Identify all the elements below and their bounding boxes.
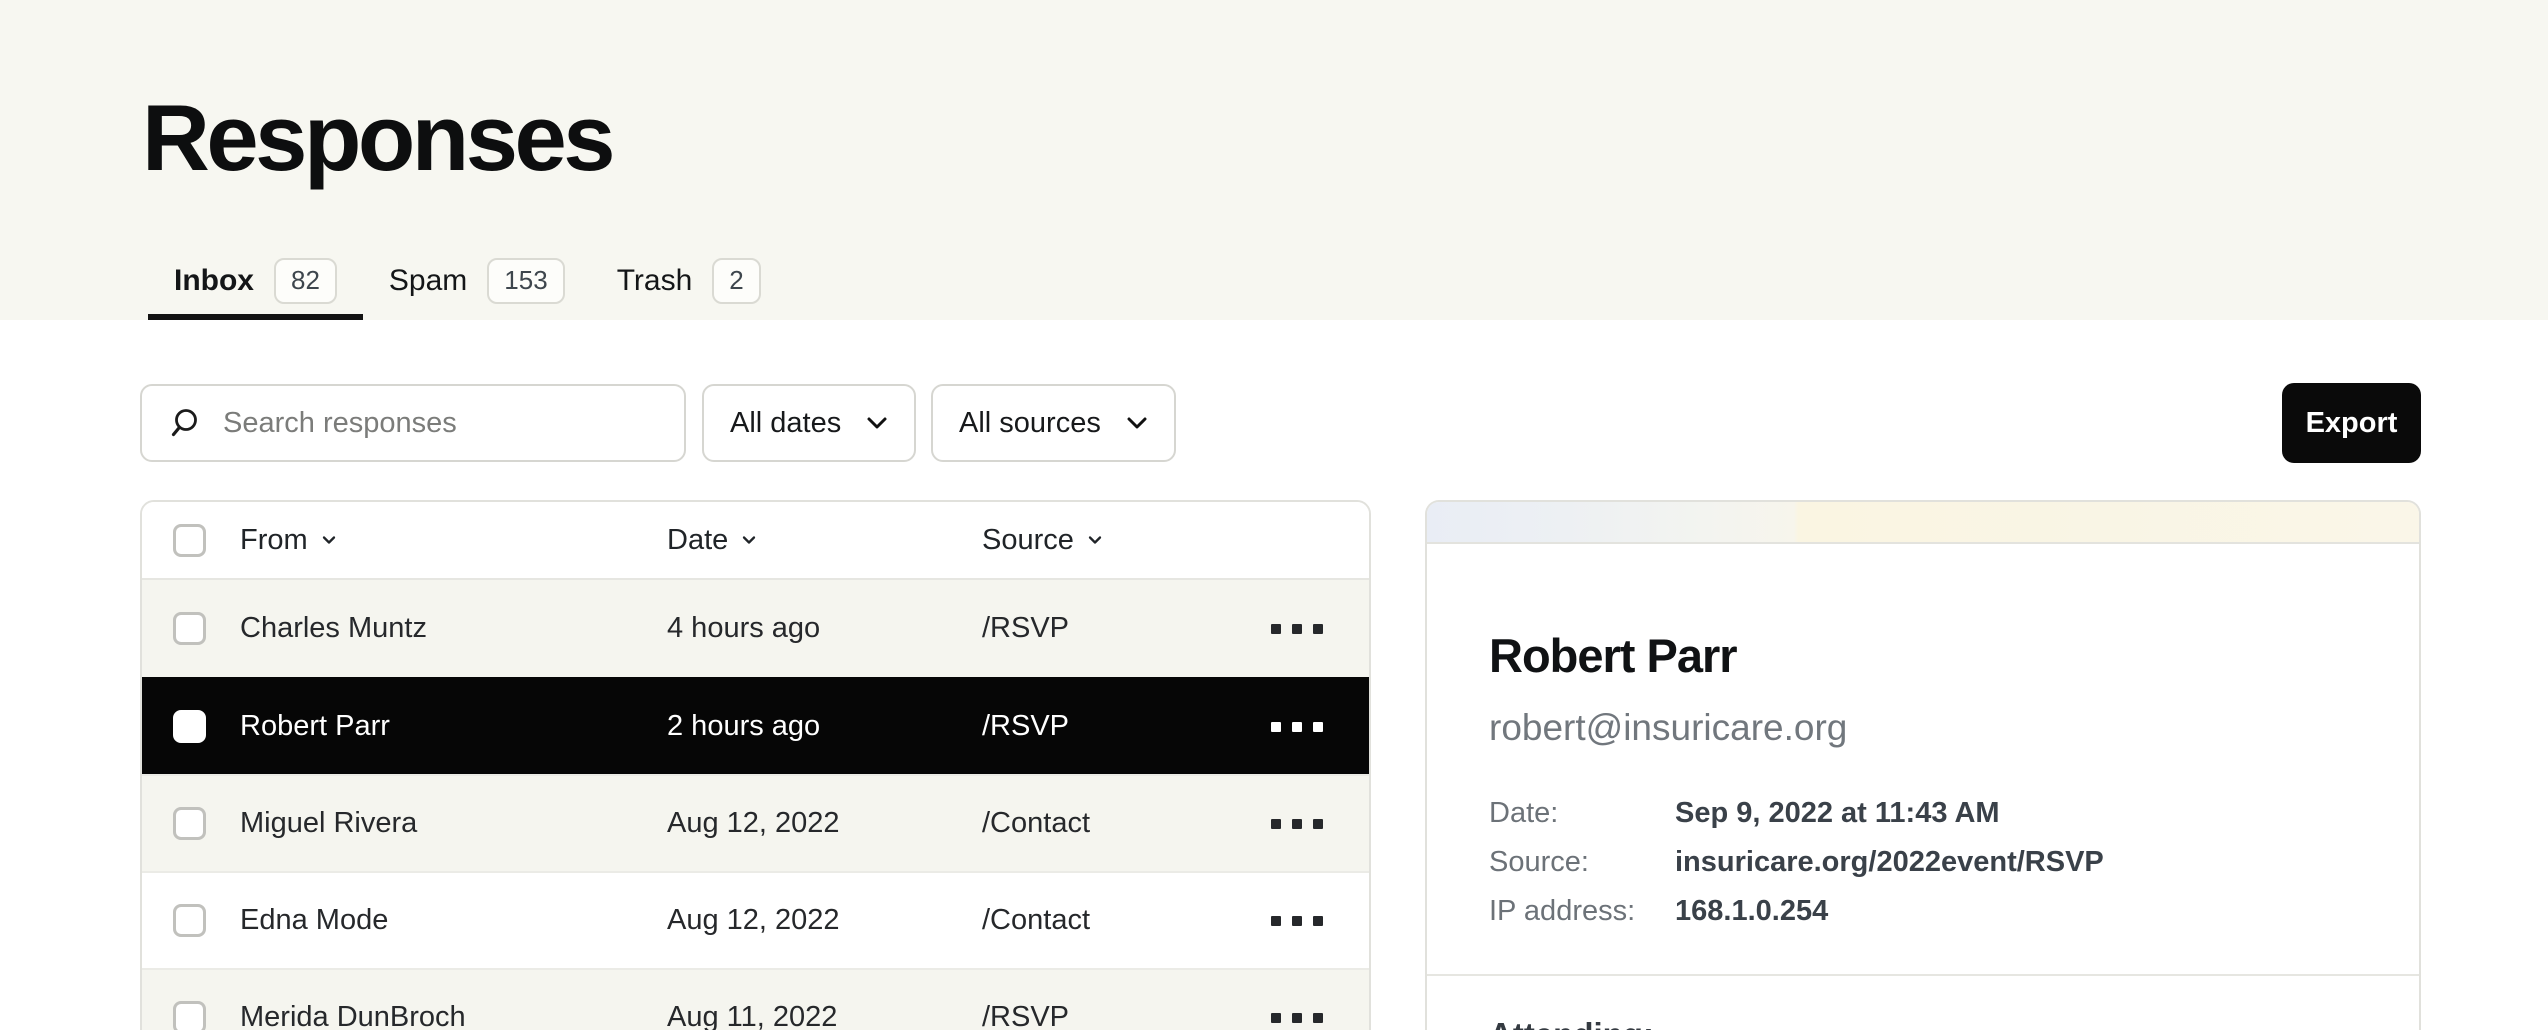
table-row[interactable]: Miguel Rivera Aug 12, 2022 /Contact — [142, 774, 1369, 871]
meta-row: Source: insuricare.org/2022event/RSVP — [1489, 846, 2357, 895]
mailbox-tab[interactable]: Spam 153 — [363, 248, 591, 320]
page-title: Responses — [142, 84, 612, 192]
row-source: /RSVP — [982, 710, 1239, 743]
tab-count-badge: 153 — [487, 258, 564, 304]
chevron-down-icon — [862, 408, 892, 438]
row-date: Aug 12, 2022 — [667, 904, 982, 937]
more-options-button[interactable] — [1271, 1007, 1323, 1029]
search-box[interactable] — [140, 384, 686, 462]
more-options-button[interactable] — [1271, 618, 1323, 640]
search-input[interactable] — [223, 407, 660, 440]
more-options-button[interactable] — [1271, 716, 1323, 738]
respondent-email: robert@insuricare.org — [1489, 707, 2357, 749]
meta-row: IP address: 168.1.0.254 — [1489, 895, 2357, 944]
meta-value: insuricare.org/2022event/RSVP — [1675, 846, 2104, 879]
row-checkbox[interactable] — [173, 612, 206, 645]
chevron-down-icon — [1122, 408, 1152, 438]
row-date: 2 hours ago — [667, 710, 982, 743]
more-options-button[interactable] — [1271, 813, 1323, 835]
responses-page: Responses Inbox 82 Spam 153 Trash 2 — [0, 0, 2548, 1030]
select-all-checkbox[interactable] — [173, 524, 206, 557]
row-checkbox[interactable] — [173, 904, 206, 937]
row-checkbox[interactable] — [173, 807, 206, 840]
response-meta: Date: Sep 9, 2022 at 11:43 AM Source: in… — [1489, 797, 2357, 944]
meta-row: Date: Sep 9, 2022 at 11:43 AM — [1489, 797, 2357, 846]
meta-label: Date: — [1489, 797, 1675, 830]
table-row[interactable]: Merida DunBroch Aug 11, 2022 /RSVP — [142, 968, 1369, 1030]
tab-count-badge: 2 — [712, 258, 760, 304]
detail-body: Robert Parr robert@insuricare.org Date: … — [1427, 628, 2419, 1030]
row-date: Aug 11, 2022 — [667, 1001, 982, 1030]
tab-label: Trash — [617, 264, 693, 298]
page-header: Responses Inbox 82 Spam 153 Trash 2 — [0, 0, 2548, 320]
table-row[interactable]: Robert Parr 2 hours ago /RSVP — [142, 677, 1369, 774]
meta-label: Source: — [1489, 846, 1675, 879]
date-filter-dropdown[interactable]: All dates — [702, 384, 916, 462]
divider — [1427, 974, 2419, 976]
column-header-from[interactable]: From — [240, 524, 667, 557]
export-button[interactable]: Export — [2282, 383, 2421, 463]
meta-label: IP address: — [1489, 895, 1675, 928]
attending-heading: Attending: — [1489, 1016, 2357, 1030]
row-checkbox[interactable] — [173, 1001, 206, 1030]
chevron-down-icon — [319, 530, 339, 550]
mailbox-tabs: Inbox 82 Spam 153 Trash 2 — [148, 248, 787, 320]
search-icon — [168, 407, 201, 440]
chevron-down-icon — [739, 530, 759, 550]
chevron-down-icon — [1085, 530, 1105, 550]
meta-value: Sep 9, 2022 at 11:43 AM — [1675, 797, 2000, 830]
column-header-date[interactable]: Date — [667, 524, 982, 557]
source-filter-value: All sources — [959, 407, 1101, 440]
table-body: Charles Muntz 4 hours ago /RSVP Robert P… — [142, 580, 1369, 1030]
mailbox-tab[interactable]: Inbox 82 — [148, 248, 363, 320]
table-row[interactable]: Charles Muntz 4 hours ago /RSVP — [142, 580, 1369, 677]
responses-table: From Date Source — [140, 500, 1371, 1030]
row-source: /RSVP — [982, 1001, 1239, 1030]
row-from: Merida DunBroch — [240, 1001, 667, 1030]
meta-value: 168.1.0.254 — [1675, 895, 1828, 928]
table-header-row: From Date Source — [142, 502, 1369, 580]
row-source: /Contact — [982, 904, 1239, 937]
tab-label: Spam — [389, 264, 467, 298]
row-from: Edna Mode — [240, 904, 667, 937]
row-from: Charles Muntz — [240, 612, 667, 645]
detail-header-gradient — [1427, 502, 2419, 544]
row-date: Aug 12, 2022 — [667, 807, 982, 840]
date-filter-value: All dates — [730, 407, 841, 440]
row-checkbox[interactable] — [173, 710, 206, 743]
mailbox-tab[interactable]: Trash 2 — [591, 248, 787, 320]
column-header-source[interactable]: Source — [982, 524, 1239, 557]
row-from: Robert Parr — [240, 710, 667, 743]
tab-label: Inbox — [174, 264, 254, 298]
row-source: /Contact — [982, 807, 1239, 840]
respondent-name: Robert Parr — [1489, 628, 2357, 683]
tab-count-badge: 82 — [274, 258, 337, 304]
table-row[interactable]: Edna Mode Aug 12, 2022 /Contact — [142, 871, 1369, 968]
response-detail-panel: Robert Parr robert@insuricare.org Date: … — [1425, 500, 2421, 1030]
row-source: /RSVP — [982, 612, 1239, 645]
source-filter-dropdown[interactable]: All sources — [931, 384, 1176, 462]
more-options-button[interactable] — [1271, 910, 1323, 932]
row-date: 4 hours ago — [667, 612, 982, 645]
row-from: Miguel Rivera — [240, 807, 667, 840]
